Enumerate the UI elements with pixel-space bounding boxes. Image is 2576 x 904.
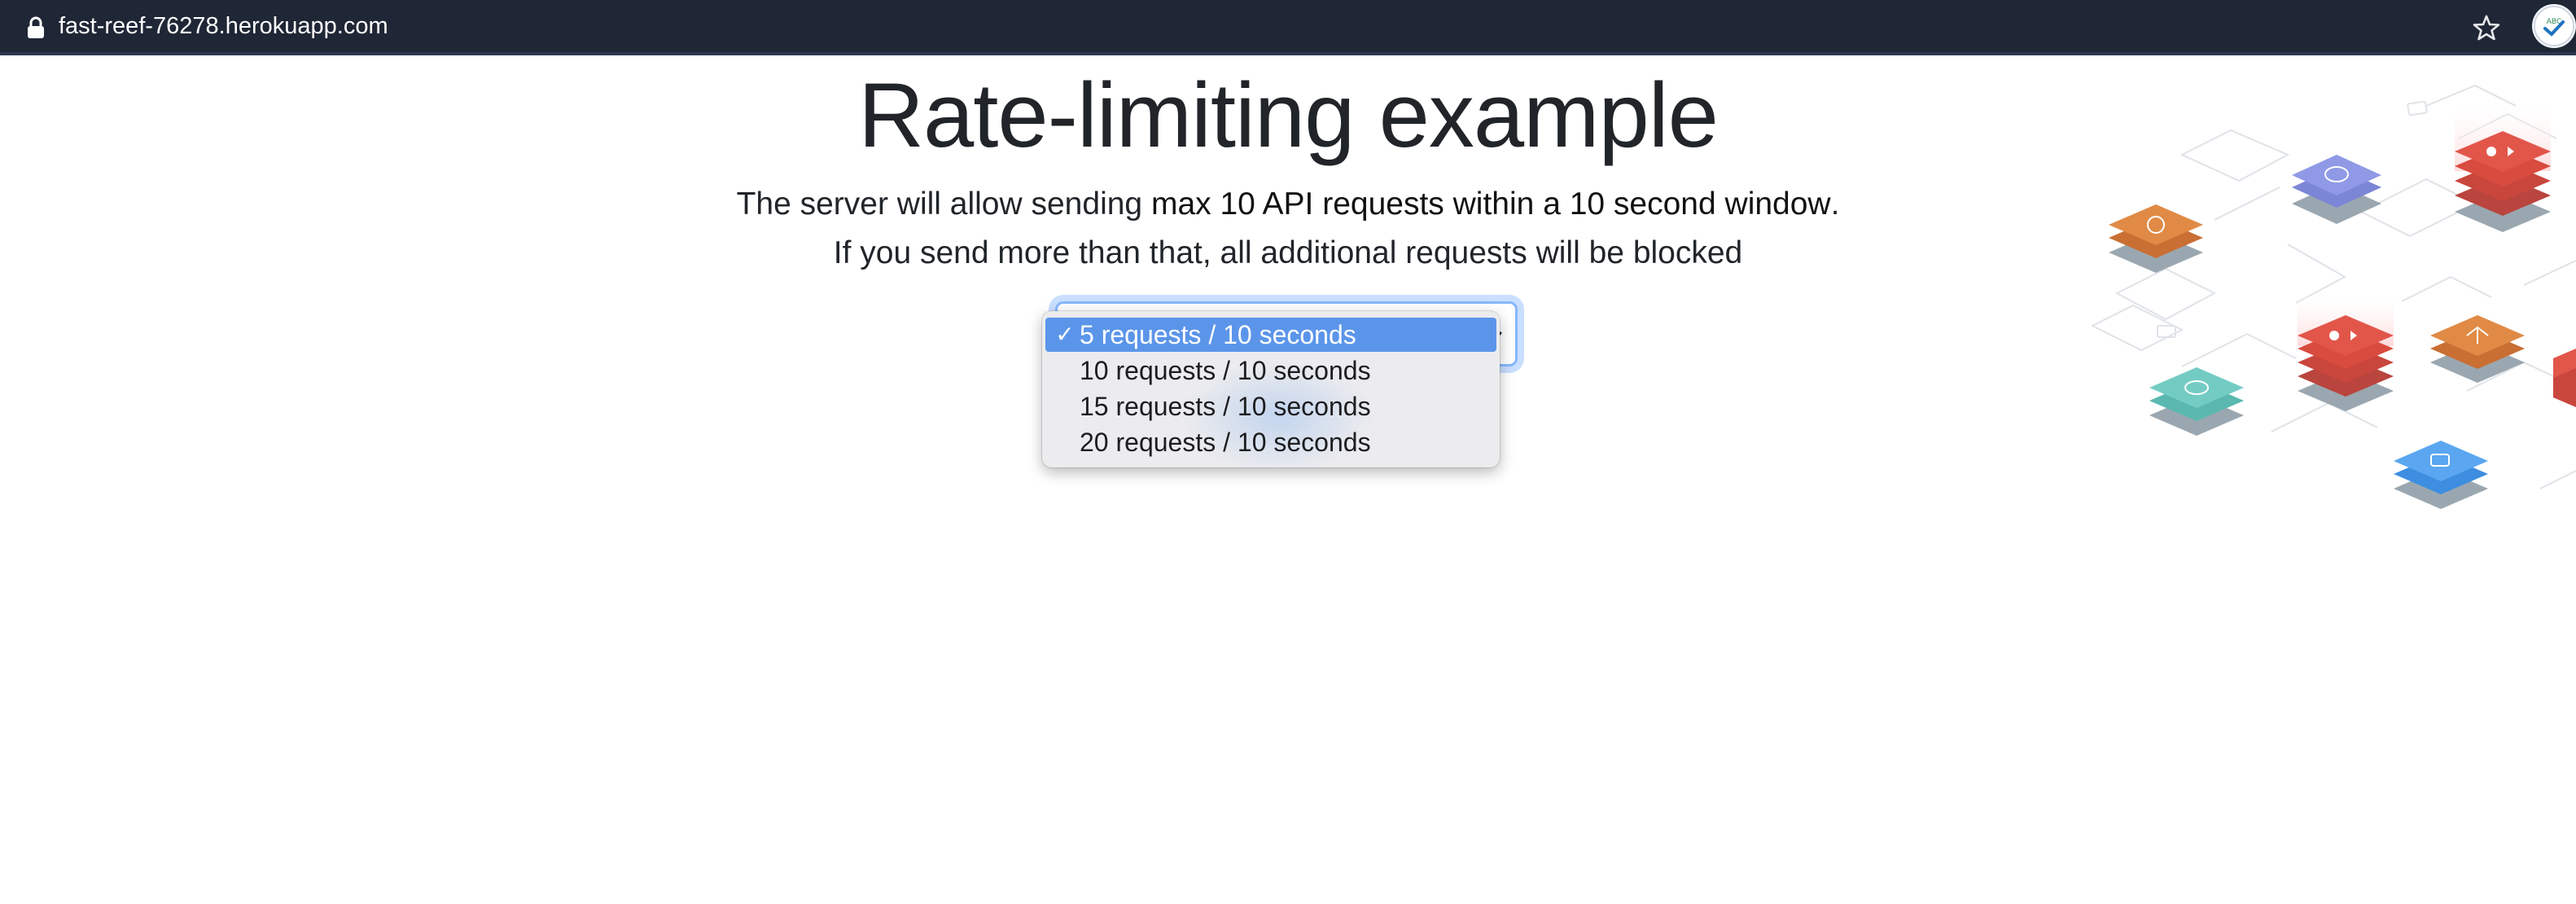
lock-icon — [27, 16, 45, 39]
description-prefix: The server will allow sending — [736, 187, 1151, 222]
browser-address-bar: fast-reef-76278.herokuapp.com ABC — [0, 0, 2576, 55]
hero-illustration — [2084, 81, 2576, 538]
url-text[interactable]: fast-reef-76278.herokuapp.com — [59, 10, 388, 42]
option-10-requests[interactable]: 10 requests / 10 seconds — [1045, 353, 1496, 388]
extension-badge-icon[interactable]: ABC — [2532, 4, 2576, 48]
page: fast-reef-76278.herokuapp.com ABC Rate-l… — [0, 0, 2576, 904]
star-icon[interactable] — [2470, 11, 2503, 44]
option-15-requests[interactable]: 15 requests / 10 seconds — [1045, 389, 1496, 423]
option-label: 20 requests / 10 seconds — [1080, 428, 1371, 457]
rate-limit-dropdown-menu: ✓ 5 requests / 10 seconds 10 requests / … — [1042, 311, 1500, 467]
option-label: 10 requests / 10 seconds — [1080, 356, 1371, 385]
option-label: 15 requests / 10 seconds — [1080, 392, 1371, 421]
option-20-requests[interactable]: 20 requests / 10 seconds — [1045, 425, 1496, 459]
option-5-requests[interactable]: ✓ 5 requests / 10 seconds — [1045, 318, 1496, 352]
option-label: 5 requests / 10 seconds — [1080, 320, 1356, 349]
check-icon: ✓ — [1055, 322, 1075, 347]
description-emphasis: max 10 API requests within a 10 second w… — [1150, 187, 1831, 222]
description-suffix: . — [1830, 187, 1840, 222]
